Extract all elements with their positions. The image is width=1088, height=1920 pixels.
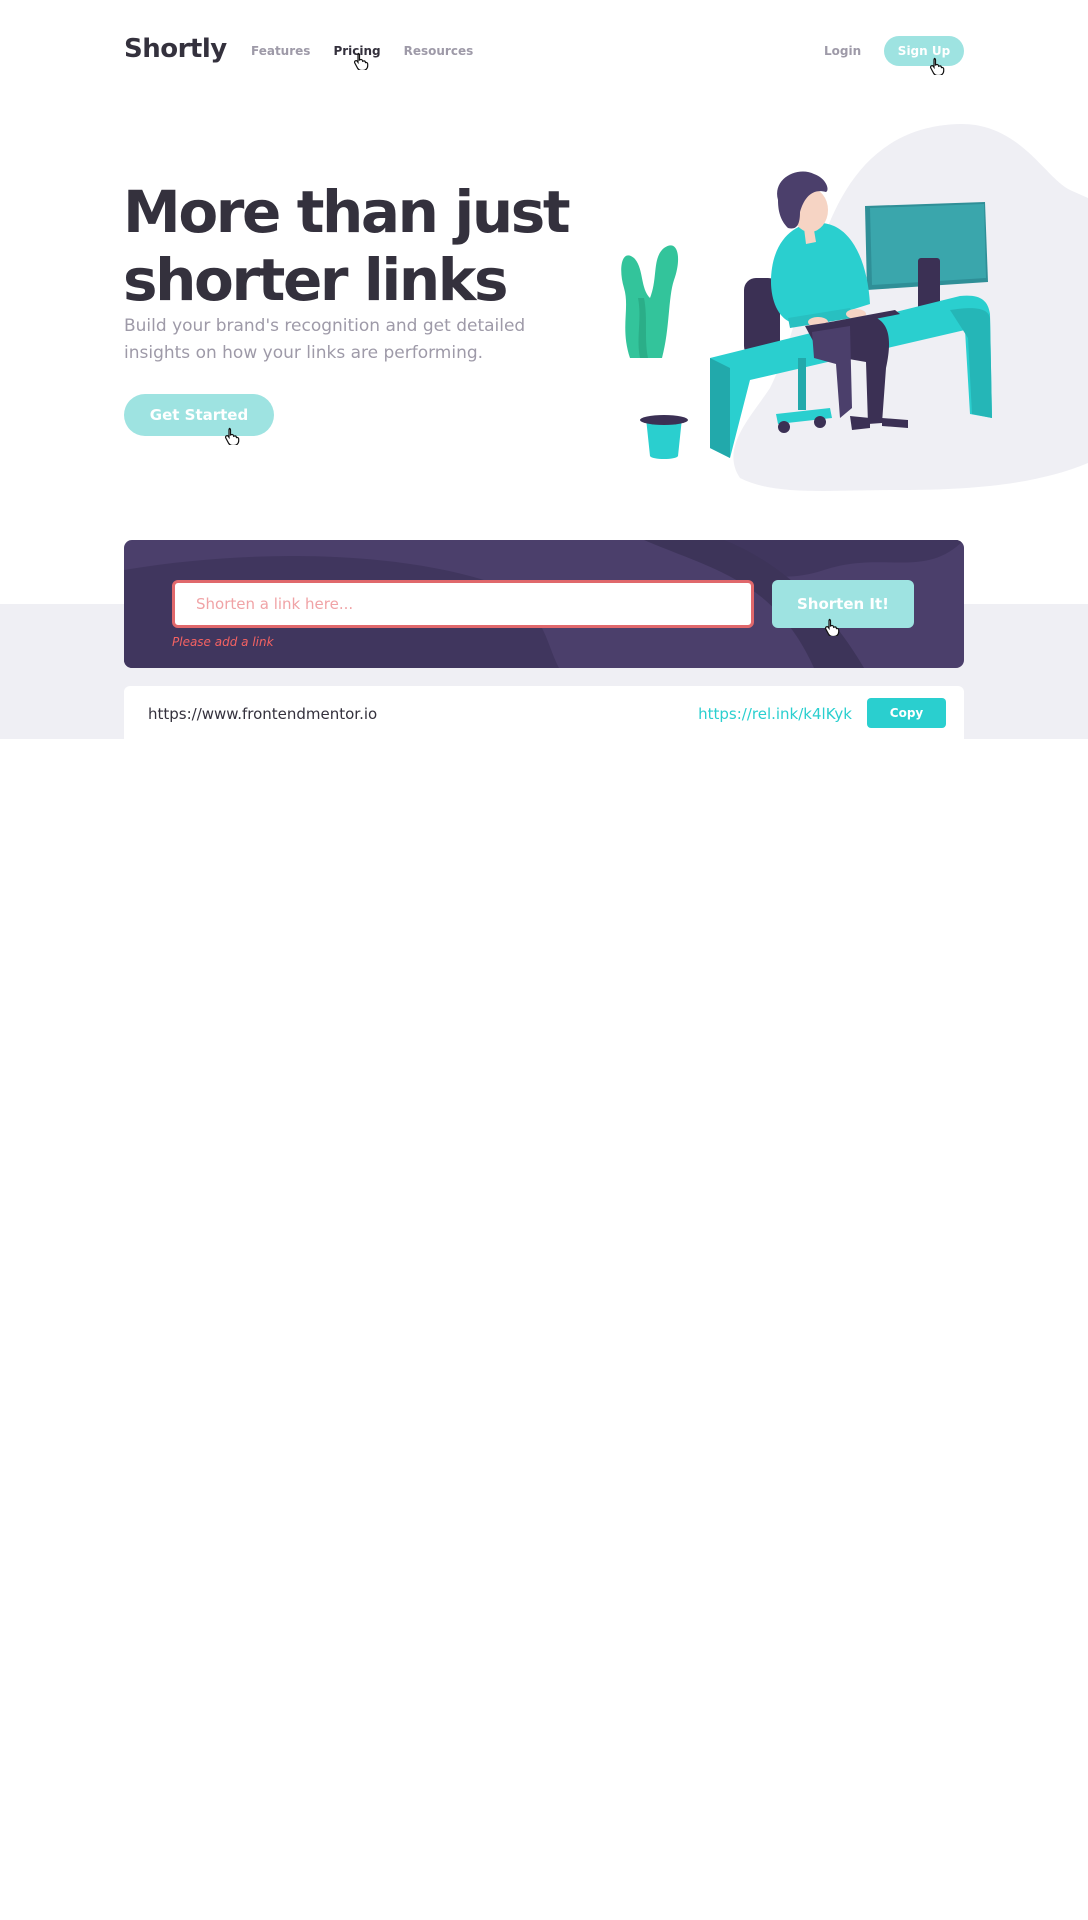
- login-link[interactable]: Login: [824, 44, 861, 58]
- copy-button[interactable]: Copy: [867, 698, 946, 728]
- hero-title: More than just shorter links: [123, 178, 603, 314]
- shorten-form: Please add a link Shorten It!: [124, 540, 964, 668]
- working-person-illustration: [621, 123, 1088, 491]
- hero-title-line-2: shorter links: [123, 246, 508, 314]
- original-url: https://www.frontendmentor.io: [148, 705, 378, 723]
- pointer-hand-icon: [824, 618, 840, 636]
- pointer-hand-icon: [353, 52, 369, 70]
- short-url[interactable]: https://rel.ink/k4lKyk: [698, 705, 852, 723]
- logo[interactable]: Shortly: [124, 34, 227, 64]
- pointer-hand-icon: [929, 57, 945, 75]
- result-row: https://www.frontendmentor.io https://re…: [124, 686, 964, 739]
- hero-subtitle: Build your brand's recognition and get d…: [124, 316, 526, 363]
- error-message: Please add a link: [172, 635, 274, 649]
- hero-title-line-1: More than just: [123, 178, 571, 246]
- shorten-button[interactable]: Shorten It!: [772, 580, 914, 628]
- signup-button[interactable]: Sign Up: [884, 36, 964, 66]
- get-started-button[interactable]: Get Started: [124, 394, 274, 436]
- nav-resources[interactable]: Resources: [404, 44, 474, 58]
- site-header: Shortly Features Pricing Resources Login…: [0, 0, 1088, 104]
- pointer-hand-icon: [224, 427, 240, 445]
- link-input[interactable]: [172, 580, 754, 628]
- nav-features[interactable]: Features: [251, 44, 310, 58]
